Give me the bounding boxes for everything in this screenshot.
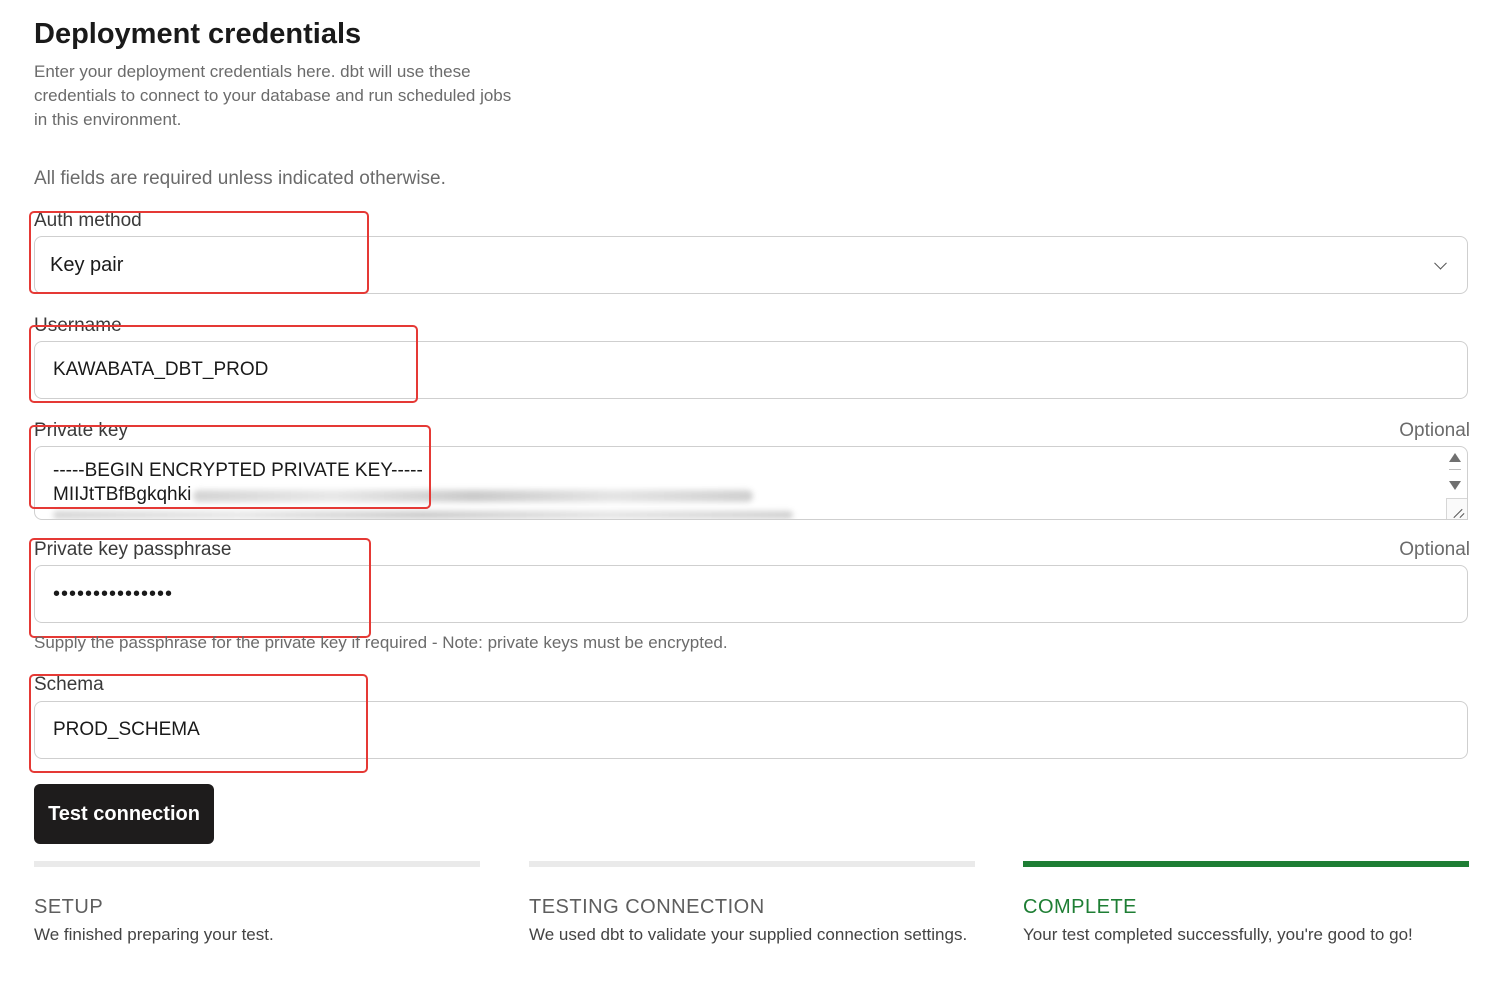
username-value: KAWABATA_DBT_PROD xyxy=(53,359,269,380)
schema-input[interactable]: PROD_SCHEMA xyxy=(34,701,1468,759)
page-subtitle: Enter your deployment credentials here. … xyxy=(34,62,512,129)
private-key-line-1: -----BEGIN ENCRYPTED PRIVATE KEY----- xyxy=(53,460,423,481)
scroll-track xyxy=(1449,469,1461,470)
redacted-key-blur xyxy=(193,490,753,502)
auth-method-value: Key pair xyxy=(50,253,124,276)
step-setup-description: We finished preparing your test. xyxy=(34,925,274,944)
passphrase-helper-text: Supply the passphrase for the private ke… xyxy=(34,633,728,652)
chevron-down-icon xyxy=(1434,256,1447,270)
private-key-optional-tag: Optional xyxy=(1399,420,1470,441)
step-complete-title: COMPLETE xyxy=(1023,896,1138,918)
auth-method-label: Auth method xyxy=(34,210,142,231)
redacted-key-blur-2 xyxy=(53,511,793,519)
required-note: All fields are required unless indicated… xyxy=(34,168,446,189)
passphrase-optional-tag: Optional xyxy=(1399,539,1470,560)
auth-method-select[interactable]: Key pair xyxy=(34,236,1468,294)
resize-handle-icon[interactable] xyxy=(1446,498,1467,519)
deployment-credentials-page: Deployment credentials Enter your deploy… xyxy=(0,0,1488,997)
scroll-up-icon[interactable] xyxy=(1449,453,1461,462)
private-key-textarea[interactable]: -----BEGIN ENCRYPTED PRIVATE KEY----- MI… xyxy=(34,446,1468,520)
passphrase-input[interactable]: ••••••••••••••• xyxy=(34,565,1468,623)
username-label: Username xyxy=(34,315,122,336)
scroll-down-icon[interactable] xyxy=(1449,481,1461,490)
schema-value: PROD_SCHEMA xyxy=(53,719,200,740)
test-connection-button[interactable]: Test connection xyxy=(34,784,214,844)
step-complete-progress-bar xyxy=(1023,861,1469,867)
passphrase-value: ••••••••••••••• xyxy=(53,582,174,605)
step-setup-progress-bar xyxy=(34,861,480,867)
step-testing-description: We used dbt to validate your supplied co… xyxy=(529,925,968,944)
private-key-label: Private key xyxy=(34,420,128,441)
page-title: Deployment credentials xyxy=(34,18,362,50)
private-key-line-2: MIIJtTBfBgkqhki xyxy=(53,484,192,505)
passphrase-label: Private key passphrase xyxy=(34,539,232,560)
step-testing-progress-bar xyxy=(529,861,975,867)
step-testing-title: TESTING CONNECTION xyxy=(529,896,765,918)
schema-label: Schema xyxy=(34,674,104,695)
step-setup-title: SETUP xyxy=(34,896,104,918)
username-input[interactable]: KAWABATA_DBT_PROD xyxy=(34,341,1468,399)
step-complete-description: Your test completed successfully, you're… xyxy=(1023,925,1413,944)
